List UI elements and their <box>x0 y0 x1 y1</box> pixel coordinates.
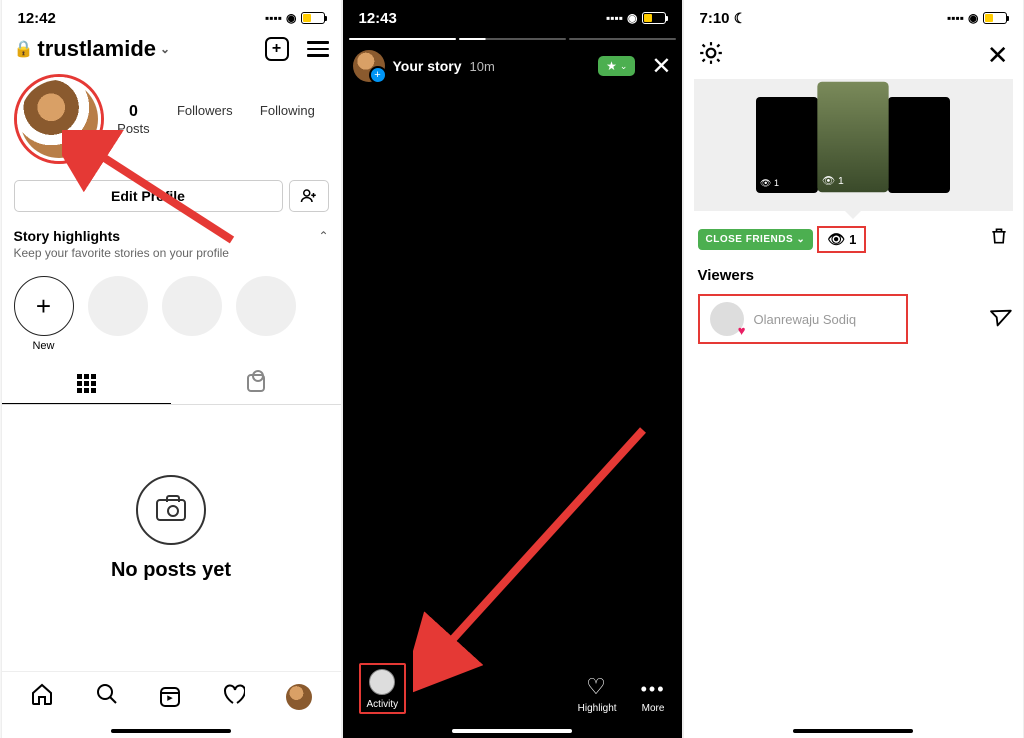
delete-button[interactable] <box>989 225 1009 253</box>
avatar-image <box>20 80 98 158</box>
nav-profile[interactable] <box>286 684 312 710</box>
story-thumbnails: 👁 1 👁 1 <box>694 79 1013 211</box>
story-thumb[interactable]: 👁 1 <box>756 97 818 193</box>
story-time: 10m <box>469 59 494 74</box>
tab-grid[interactable] <box>2 364 172 404</box>
viewer-row: Olanrewaju Sodiq <box>684 290 1023 348</box>
username-dropdown[interactable]: 🔒 trustlamide ⌄ <box>14 36 171 62</box>
close-friends-badge[interactable]: ★ ⌄ <box>598 56 635 76</box>
tagged-icon <box>247 374 265 392</box>
wifi-icon: ◉ <box>286 11 296 25</box>
activity-button[interactable]: Activity <box>359 663 407 714</box>
nav-reels[interactable] <box>160 687 180 707</box>
close-button[interactable]: ✕ <box>987 40 1009 71</box>
eye-icon: 👁 1 <box>760 178 779 189</box>
story-thumb[interactable] <box>888 97 950 193</box>
more-button[interactable]: ••• More <box>641 679 666 714</box>
profile-screen: 12:42 ▪▪▪▪ ◉ 🔒 trustlamide ⌄ + 0Posts Fo… <box>1 0 342 738</box>
nav-activity[interactable] <box>221 682 245 712</box>
signal-icon: ▪▪▪▪ <box>606 11 623 25</box>
wifi-icon: ◉ <box>627 11 637 25</box>
story-thumb-active[interactable]: 👁 1 <box>817 82 888 192</box>
eye-icon: 👁 <box>827 231 845 248</box>
highlights-title: Story highlights <box>14 228 121 244</box>
story-avatar[interactable] <box>353 50 385 82</box>
profile-header: 🔒 trustlamide ⌄ + <box>2 32 341 70</box>
close-story-button[interactable]: ✕ <box>651 52 671 81</box>
home-indicator[interactable] <box>793 729 913 733</box>
lock-icon: 🔒 <box>14 39 34 59</box>
dots-icon: ••• <box>641 679 666 700</box>
bottom-nav <box>2 671 341 722</box>
story-screen: 12:43 ▪▪▪▪ ◉ Your story 10m ★ ⌄ ✕ Activi… <box>342 0 683 738</box>
signal-icon: ▪▪▪▪ <box>947 11 964 25</box>
status-time: 7:10 ☾ <box>700 10 747 27</box>
add-person-icon <box>300 187 318 205</box>
story-bottom-bar: Activity Highlight ••• More <box>343 655 682 722</box>
story-progress <box>343 32 682 40</box>
no-posts-text: No posts yet <box>111 559 231 582</box>
viewer-avatar <box>710 302 744 336</box>
highlight-placeholder <box>88 276 148 336</box>
wifi-icon: ◉ <box>968 11 978 25</box>
status-bar: 12:42 ▪▪▪▪ ◉ <box>2 0 341 32</box>
status-icons: ▪▪▪▪ ◉ <box>606 11 666 25</box>
status-icons: ▪▪▪▪ ◉ <box>947 11 1007 25</box>
moon-icon: ☾ <box>734 10 747 26</box>
profile-stats-row: 0Posts Followers Following <box>2 70 341 174</box>
viewer-avatar-icon <box>369 669 395 695</box>
nav-search[interactable] <box>95 682 119 712</box>
highlights-subtitle: Keep your favorite stories on your profi… <box>14 246 329 260</box>
viewers-screen: 7:10 ☾ ▪▪▪▪ ◉ ✕ 👁 1 👁 1 CLOSE FRIENDS ⌄ … <box>683 0 1024 738</box>
followers-stat[interactable]: Followers <box>177 103 233 136</box>
highlight-placeholder <box>162 276 222 336</box>
nav-home[interactable] <box>30 682 54 712</box>
close-friends-badge[interactable]: CLOSE FRIENDS ⌄ <box>698 229 814 250</box>
add-highlight-button[interactable]: + <box>14 276 74 336</box>
highlight-button[interactable]: Highlight <box>578 678 617 714</box>
chevron-up-icon[interactable]: ⌃ <box>318 229 328 243</box>
your-story-label[interactable]: Your story <box>393 58 462 74</box>
status-time: 12:43 <box>359 10 397 27</box>
reels-icon <box>160 687 180 707</box>
create-post-button[interactable]: + <box>265 37 289 61</box>
battery-icon <box>983 12 1007 24</box>
viewer-item[interactable]: Olanrewaju Sodiq <box>698 294 908 344</box>
highlight-placeholder <box>236 276 296 336</box>
battery-icon <box>642 12 666 24</box>
status-icons: ▪▪▪▪ ◉ <box>265 11 325 25</box>
status-bar: 12:43 ▪▪▪▪ ◉ <box>343 0 682 32</box>
home-indicator[interactable] <box>111 729 231 733</box>
new-highlight-label: New <box>14 340 74 352</box>
view-count[interactable]: 👁1 <box>817 226 866 253</box>
empty-posts-state: No posts yet <box>2 405 341 582</box>
signal-icon: ▪▪▪▪ <box>265 11 282 25</box>
camera-icon <box>136 475 206 545</box>
username-text: trustlamide <box>37 36 156 62</box>
highlights-section: Story highlights ⌃ Keep your favorite st… <box>2 218 341 264</box>
grid-icon <box>77 374 96 393</box>
tab-tagged[interactable] <box>171 364 341 404</box>
eye-icon: 👁 1 <box>822 175 844 188</box>
heart-icon <box>586 678 608 700</box>
highlights-row: + New <box>2 264 341 364</box>
profile-avatar[interactable] <box>14 74 104 164</box>
battery-icon <box>301 12 325 24</box>
story-header: Your story 10m ★ ⌄ ✕ <box>343 40 682 92</box>
chevron-down-icon: ⌄ <box>160 42 170 56</box>
settings-button[interactable] <box>698 40 724 71</box>
menu-button[interactable] <box>307 41 329 57</box>
home-indicator[interactable] <box>452 729 572 733</box>
posts-stat[interactable]: 0Posts <box>117 103 150 136</box>
viewers-title: Viewers <box>684 261 1023 290</box>
status-bar: 7:10 ☾ ▪▪▪▪ ◉ <box>684 0 1023 32</box>
profile-tabs <box>2 364 341 405</box>
send-button[interactable] <box>982 302 1012 336</box>
edit-profile-button[interactable]: Edit Profile <box>14 180 283 212</box>
discover-people-button[interactable] <box>289 180 329 212</box>
viewers-header: ✕ <box>684 32 1023 79</box>
status-time: 12:42 <box>18 10 56 27</box>
following-stat[interactable]: Following <box>260 103 315 136</box>
viewer-name: Olanrewaju Sodiq <box>754 312 857 327</box>
